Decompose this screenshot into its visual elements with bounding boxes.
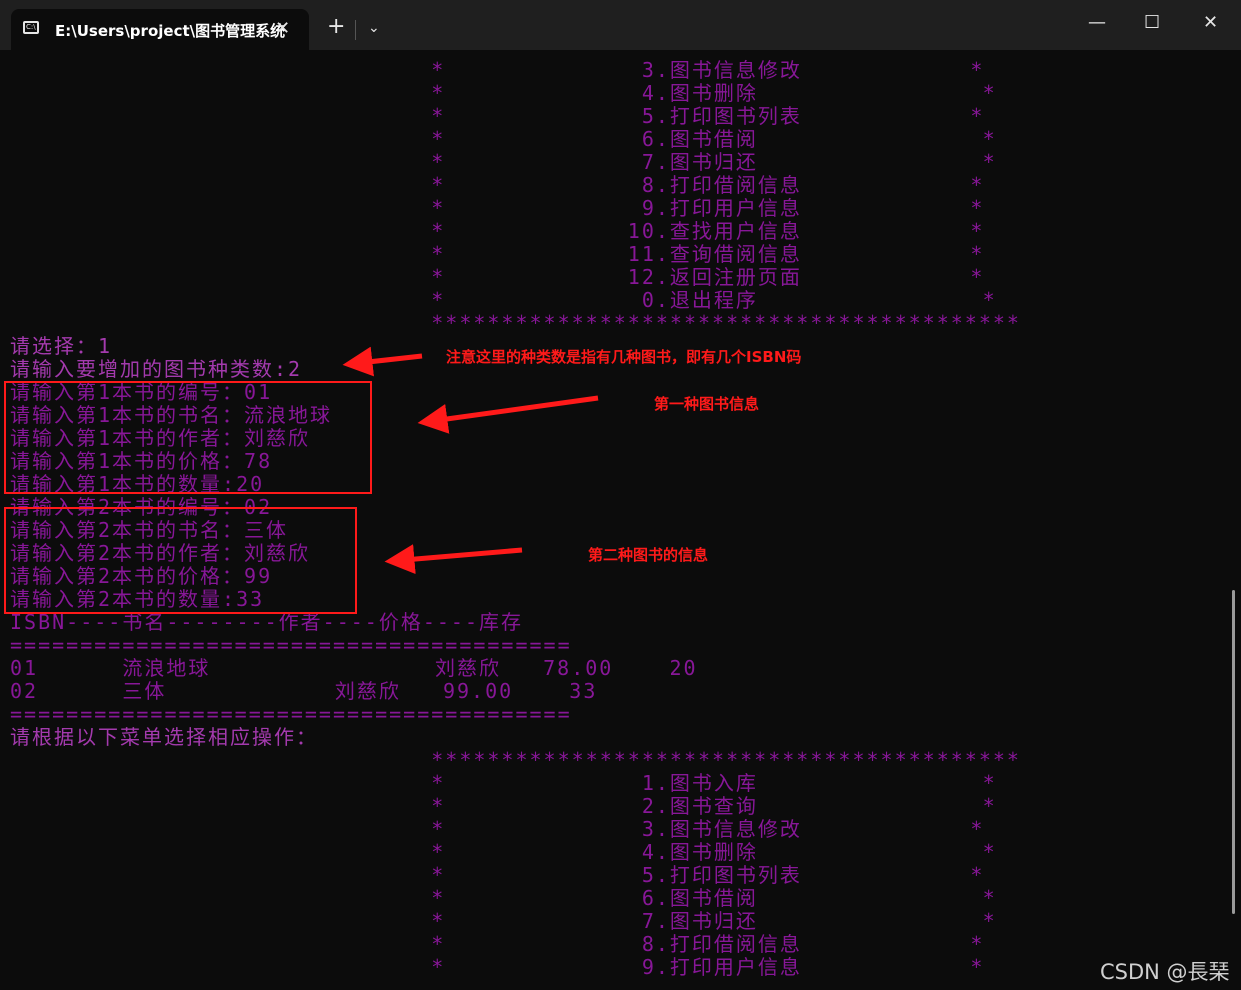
terminal-line: 01 流浪地球 刘慈欣 78.00 20 (10, 656, 698, 680)
terminal-icon: C:\ (23, 21, 39, 34)
terminal-line: 请根据以下菜单选择相应操作： (10, 725, 318, 749)
terminal-line: ****************************************… (10, 311, 1021, 335)
terminal-line: * 0.退出程序 * (10, 288, 997, 312)
terminal-line: * 1.图书入库 * (10, 771, 997, 795)
terminal-line: * 3.图书信息修改 * (10, 58, 985, 82)
annotation-note-2: 第一种图书信息 (654, 395, 760, 413)
annotation-note-3: 第二种图书的信息 (588, 546, 709, 564)
maximize-button[interactable]: ☐ (1144, 12, 1160, 33)
minimize-button[interactable]: — (1088, 12, 1106, 33)
new-tab-button[interactable]: + (327, 16, 345, 38)
chevron-down-icon[interactable]: ⌄ (368, 20, 380, 36)
title-bar: C:\ E:\Users\project\图书管理系统 ✕ + ⌄ — ☐ ✕ (0, 0, 1241, 50)
terminal-line: ======================================== (10, 633, 572, 657)
terminal-line: * 3.图书信息修改 * (10, 817, 985, 841)
terminal-line: * 7.图书归还 * (10, 909, 997, 933)
terminal-line: * 7.图书归还 * (10, 150, 997, 174)
terminal-line: * 5.打印图书列表 * (10, 104, 985, 128)
terminal-line: ISBN----书名--------作者----价格----库存 (10, 610, 523, 634)
terminal-line: * 2.图书查询 * (10, 794, 997, 818)
terminal-line: 请输入要增加的图书种类数:2 (10, 357, 303, 381)
terminal-line: * 8.打印借阅信息 * (10, 932, 985, 956)
watermark: CSDN @長琹 (1100, 960, 1230, 984)
terminal-line: * 11.查询借阅信息 * (10, 242, 985, 266)
terminal-line: ======================================== (10, 702, 572, 726)
terminal-line: 02 三体 刘慈欣 99.00 33 (10, 679, 598, 703)
scrollbar[interactable] (1232, 590, 1235, 914)
terminal-line: * 9.打印用户信息 * (10, 955, 985, 979)
terminal-line: * 5.打印图书列表 * (10, 863, 985, 887)
terminal-tab[interactable]: C:\ E:\Users\project\图书管理系统 ✕ (11, 9, 309, 50)
terminal-line: * 4.图书删除 * (10, 840, 997, 864)
terminal-line: * 4.图书删除 * (10, 81, 997, 105)
close-tab-icon[interactable]: ✕ (275, 18, 290, 39)
terminal-line: ****************************************… (10, 748, 1021, 772)
tab-title: E:\Users\project\图书管理系统 (55, 22, 286, 40)
terminal-line: * 10.查找用户信息 * (10, 219, 985, 243)
terminal-line: 请选择：1 (10, 334, 113, 358)
terminal-line: * 6.图书借阅 * (10, 127, 997, 151)
annotation-note-1: 注意这里的种类数是指有几种图书，即有几个ISBN码 (446, 348, 802, 366)
terminal-line: * 12.返回注册页面 * (10, 265, 985, 289)
close-button[interactable]: ✕ (1203, 12, 1218, 33)
tab-divider (355, 20, 356, 40)
highlight-box-book2 (4, 507, 357, 614)
terminal-line: * 9.打印用户信息 * (10, 196, 985, 220)
highlight-box-book1 (4, 381, 372, 494)
terminal-line: * 8.打印借阅信息 * (10, 173, 985, 197)
terminal-line: * 6.图书借阅 * (10, 886, 997, 910)
